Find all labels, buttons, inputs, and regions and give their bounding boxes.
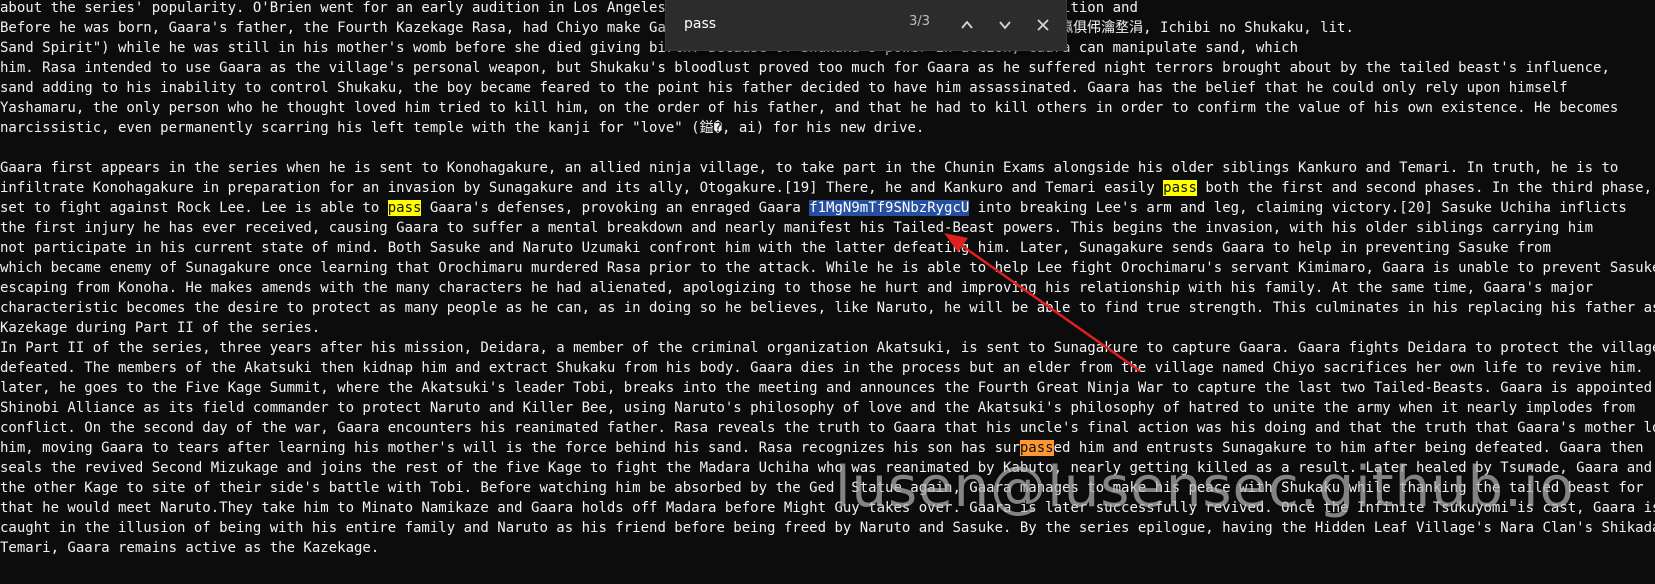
close-find-button[interactable] — [1030, 12, 1056, 38]
watermark: lusen@lusensec.github.io — [835, 455, 1575, 520]
close-icon — [1037, 19, 1049, 31]
find-match-count: 3/3 — [909, 14, 930, 29]
find-bar: 3/3 — [665, 0, 1067, 51]
chevron-down-icon — [999, 21, 1011, 30]
chevron-up-icon — [961, 20, 973, 29]
find-input[interactable] — [672, 8, 910, 40]
next-match-button[interactable] — [992, 12, 1018, 38]
previous-match-button[interactable] — [954, 12, 980, 38]
